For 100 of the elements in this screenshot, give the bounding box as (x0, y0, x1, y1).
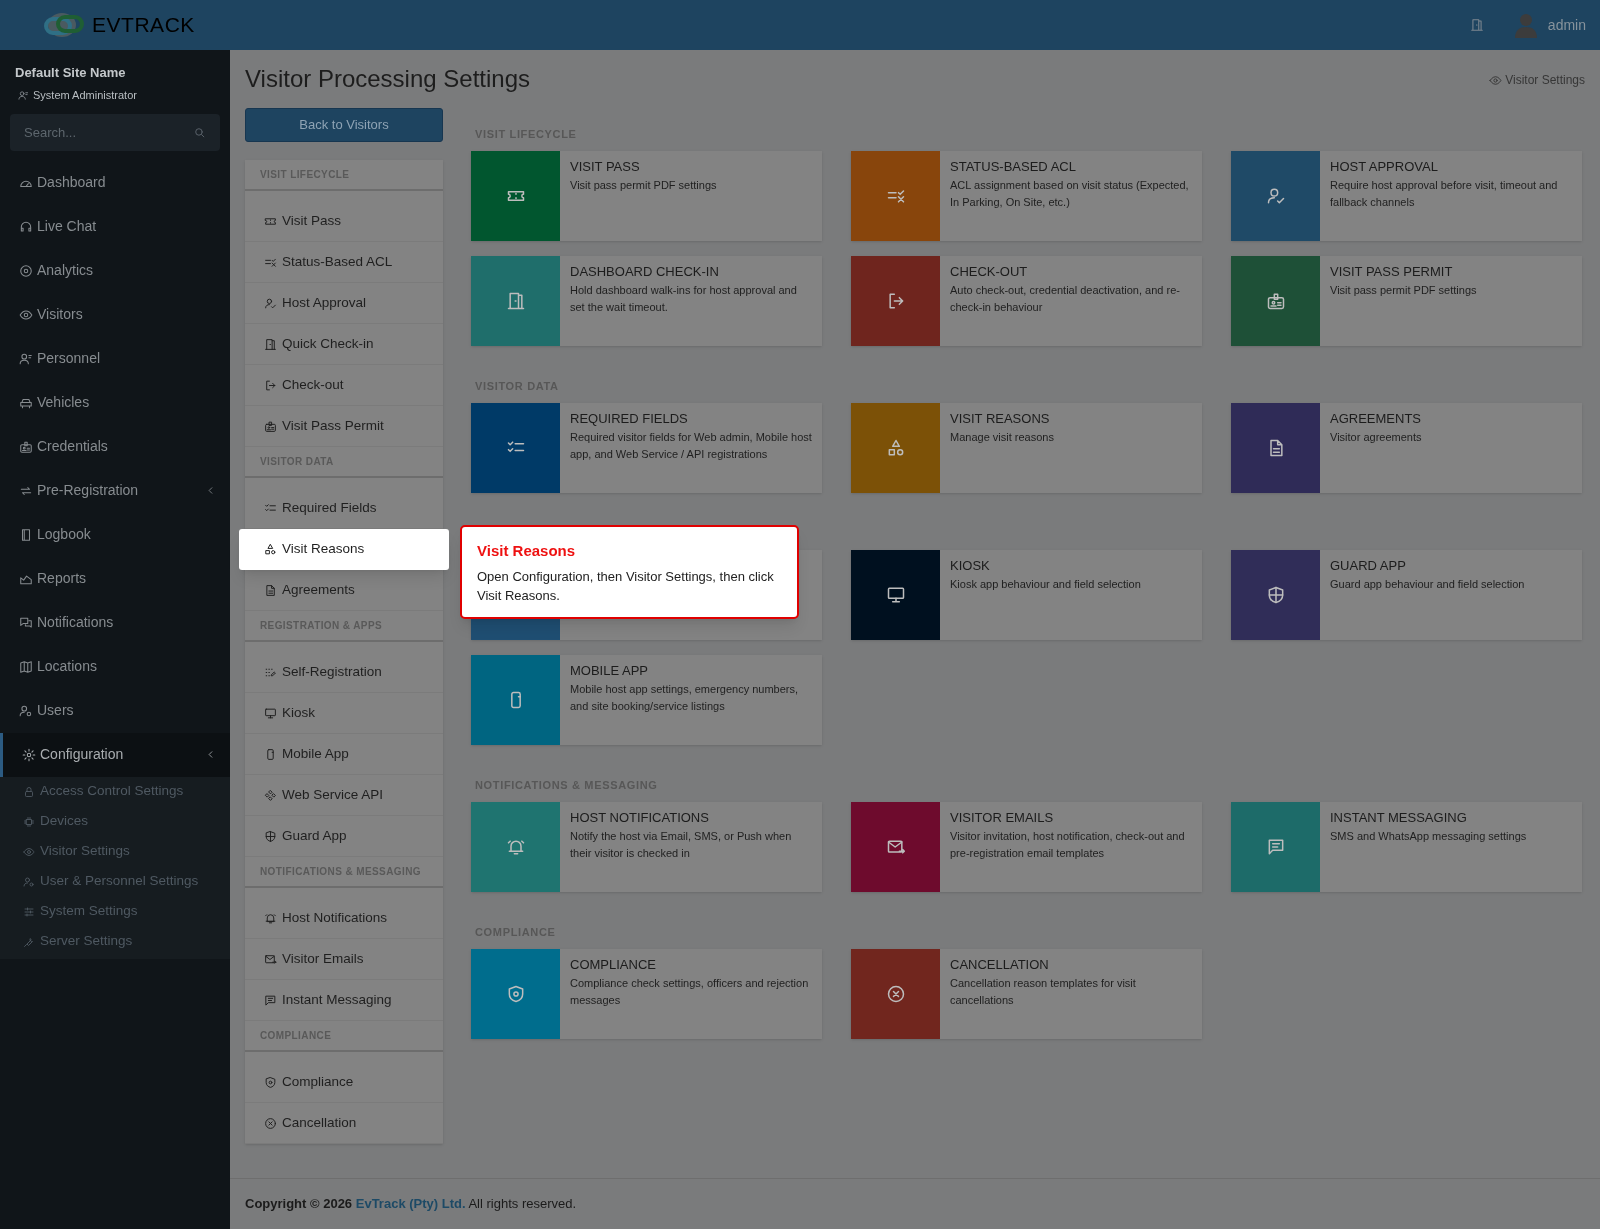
settings-card[interactable]: CHECK-OUT Auto check-out, credential deactivation, and re-check-in behaviour (851, 256, 1202, 346)
card-description: Hold dashboard walk-ins for host approval and set the wait timeout. (570, 283, 798, 315)
settings-card[interactable]: STATUS-BASED ACL ACL assignment based on visit status (Expected, In Parking, On Site, etc.) (851, 151, 1202, 241)
breadcrumb-link[interactable]: Visitor Settings (1489, 69, 1585, 89)
card-title: COMPLIANCE (570, 956, 657, 974)
settings-menu-item[interactable]: Visitor Emails (245, 939, 443, 980)
nav-item[interactable]: Visitors (0, 292, 230, 337)
user-check-icon (264, 296, 277, 310)
card-description: Mobile host app settings, emergency numbers, and site booking/service listings (570, 682, 800, 714)
settings-menu-item[interactable]: Instant Messaging (245, 980, 443, 1021)
card-description: Auto check-out, credential deactivation, and re-check-in behaviour (950, 283, 1181, 315)
x-circle-icon (885, 984, 906, 1004)
card-description: Visitor invitation, host notification, check-out and pre-registration email templates (950, 829, 1186, 861)
monitor-icon (264, 706, 277, 720)
settings-card[interactable]: AGREEMENTS Visitor agreements (1231, 403, 1582, 493)
message-icon (264, 993, 277, 1007)
back-button[interactable]: Back to Visitors (245, 108, 443, 142)
nav-item[interactable]: Vehicles (0, 380, 230, 425)
settings-menu-item[interactable]: Quick Check-in (245, 324, 443, 365)
settings-card[interactable]: COMPLIANCE Compliance check settings, officers and rejection messages (471, 949, 822, 1039)
settings-menu-item[interactable]: Compliance (245, 1062, 443, 1103)
eye-icon (19, 307, 33, 322)
settings-card[interactable]: DASHBOARD CHECK-IN Hold dashboard walk-ins for host approval and set the wait timeout. (471, 256, 822, 346)
settings-menu-item[interactable]: Visit Reasons (239, 529, 449, 570)
user-check-icon (1265, 186, 1286, 206)
lock-icon (23, 785, 35, 798)
shield-icon (264, 829, 277, 843)
nav-item[interactable]: Credentials (0, 424, 230, 469)
settings-card[interactable]: VISIT REASONS Manage visit reasons (851, 403, 1202, 493)
id-badge-icon (1265, 291, 1286, 311)
settings-menu-item[interactable]: Status-Based ACL (245, 242, 443, 283)
nav-item[interactable]: Notifications (0, 600, 230, 645)
card-title: GUARD APP (1330, 557, 1407, 575)
footer-copyright: Copyright © 2026 EvTrack (Pty) Ltd. All rights reserved. (245, 1195, 577, 1214)
settings-menu-item[interactable]: Mobile App (245, 734, 443, 775)
card-title: CANCELLATION (950, 956, 1050, 974)
chip-icon (23, 815, 35, 828)
settings-menu-item[interactable]: Cancellation (245, 1103, 443, 1144)
nav-item[interactable]: Personnel (0, 336, 230, 381)
settings-menu-item[interactable]: Visit Pass (245, 201, 443, 242)
nav-item[interactable]: Pre-Registration (0, 468, 230, 513)
settings-card[interactable]: HOST NOTIFICATIONS Notify the host via Email, SMS, or Push when their visitor is checked in (471, 802, 822, 892)
settings-menu-item[interactable]: Visit Pass Permit (245, 406, 443, 447)
nav-item[interactable]: Reports (0, 556, 230, 601)
card-description: SMS and WhatsApp messaging settings (1330, 829, 1527, 844)
nav-item[interactable]: Configuration (0, 732, 230, 777)
settings-card[interactable]: VISIT PASS PERMIT Visit pass permit PDF settings (1231, 256, 1582, 346)
settings-card[interactable]: GUARD APP Guard app behaviour and field selection (1231, 550, 1582, 640)
user-name[interactable]: admin (1547, 14, 1586, 36)
settings-card[interactable]: VISITOR EMAILS Visitor invitation, host notification, check-out and pre-registration email templates (851, 802, 1202, 892)
door-icon (505, 291, 526, 311)
card-description: Notify the host via Email, SMS, or Push when their visitor is checked in (570, 829, 793, 861)
card-description: Visitor agreements (1330, 430, 1422, 445)
settings-menu-item[interactable]: Guard App (245, 816, 443, 857)
settings-card[interactable]: HOST APPROVAL Require host approval before visit, timeout and fallback channels (1231, 151, 1582, 241)
person-icon (18, 89, 29, 101)
user-gear-icon (23, 875, 35, 888)
card-description: ACL assignment based on visit status (Expected, In Parking, On Site, etc.) (950, 178, 1190, 210)
page-title: Visitor Processing Settings (245, 64, 531, 94)
person-icon (19, 351, 33, 366)
settings-menu-item[interactable]: Host Approval (245, 283, 443, 324)
settings-menu-item[interactable]: Self-Registration (245, 652, 443, 693)
sliders-icon (23, 905, 35, 918)
tooltip-text: Open Configuration, then Visitor Settings, then click Visit Reasons. (477, 567, 775, 605)
monitor-icon (885, 585, 906, 605)
submenu-item[interactable]: System Settings (0, 896, 230, 927)
submenu-item[interactable]: Visitor Settings (0, 836, 230, 867)
settings-menu-item[interactable]: Host Notifications (245, 898, 443, 939)
settings-menu-item[interactable]: Kiosk (245, 693, 443, 734)
settings-card[interactable]: INSTANT MESSAGING SMS and WhatsApp messaging settings (1231, 802, 1582, 892)
shield-at-icon (264, 1075, 277, 1089)
search-field[interactable]: Search... (10, 113, 220, 151)
settings-card[interactable]: REQUIRED FIELDS Required visitor fields for Web admin, Mobile host app, and Web Service / API registrations (471, 403, 822, 493)
settings-card[interactable]: CANCELLATION Cancellation reason templates for visit cancellations (851, 949, 1202, 1039)
settings-menu-item[interactable]: Check-out (245, 365, 443, 406)
settings-card[interactable]: KIOSK Kiosk app behaviour and field selection (851, 550, 1202, 640)
bell-icon (505, 837, 526, 857)
nav-item[interactable]: Users (0, 688, 230, 733)
settings-card[interactable]: VISIT PASS Visit pass permit PDF settings (471, 151, 822, 241)
nav-item[interactable]: Locations (0, 644, 230, 689)
settings-card[interactable]: MOBILE APP Mobile host app settings, emergency numbers, and site booking/service listings (471, 655, 822, 745)
document-icon (264, 583, 277, 597)
nav-item[interactable]: Logbook (0, 512, 230, 557)
submenu-item[interactable]: Server Settings (0, 926, 230, 957)
card-description: Cancellation reason templates for visit cancellations (950, 976, 1137, 1008)
card-title: HOST APPROVAL (1330, 158, 1439, 176)
submenu-item[interactable]: Access Control Settings (0, 776, 230, 807)
door-icon[interactable] (1469, 18, 1484, 32)
card-title: VISIT REASONS (950, 410, 1051, 428)
card-title: AGREEMENTS (1330, 410, 1422, 428)
settings-menu-item[interactable]: Agreements (245, 570, 443, 611)
nav-item[interactable]: Dashboard (0, 160, 230, 205)
card-title: VISIT PASS PERMIT (1330, 263, 1454, 281)
submenu-item[interactable]: User & Personnel Settings (0, 866, 230, 897)
card-description: Required visitor fields for Web admin, Mobile host app, and Web Service / API registrations (570, 430, 812, 462)
nav-item[interactable]: Analytics (0, 248, 230, 293)
submenu-item[interactable]: Devices (0, 806, 230, 837)
nav-item[interactable]: Live Chat (0, 204, 230, 249)
eye-icon (1489, 73, 1503, 87)
settings-menu-item[interactable]: Web Service API (245, 775, 443, 816)
